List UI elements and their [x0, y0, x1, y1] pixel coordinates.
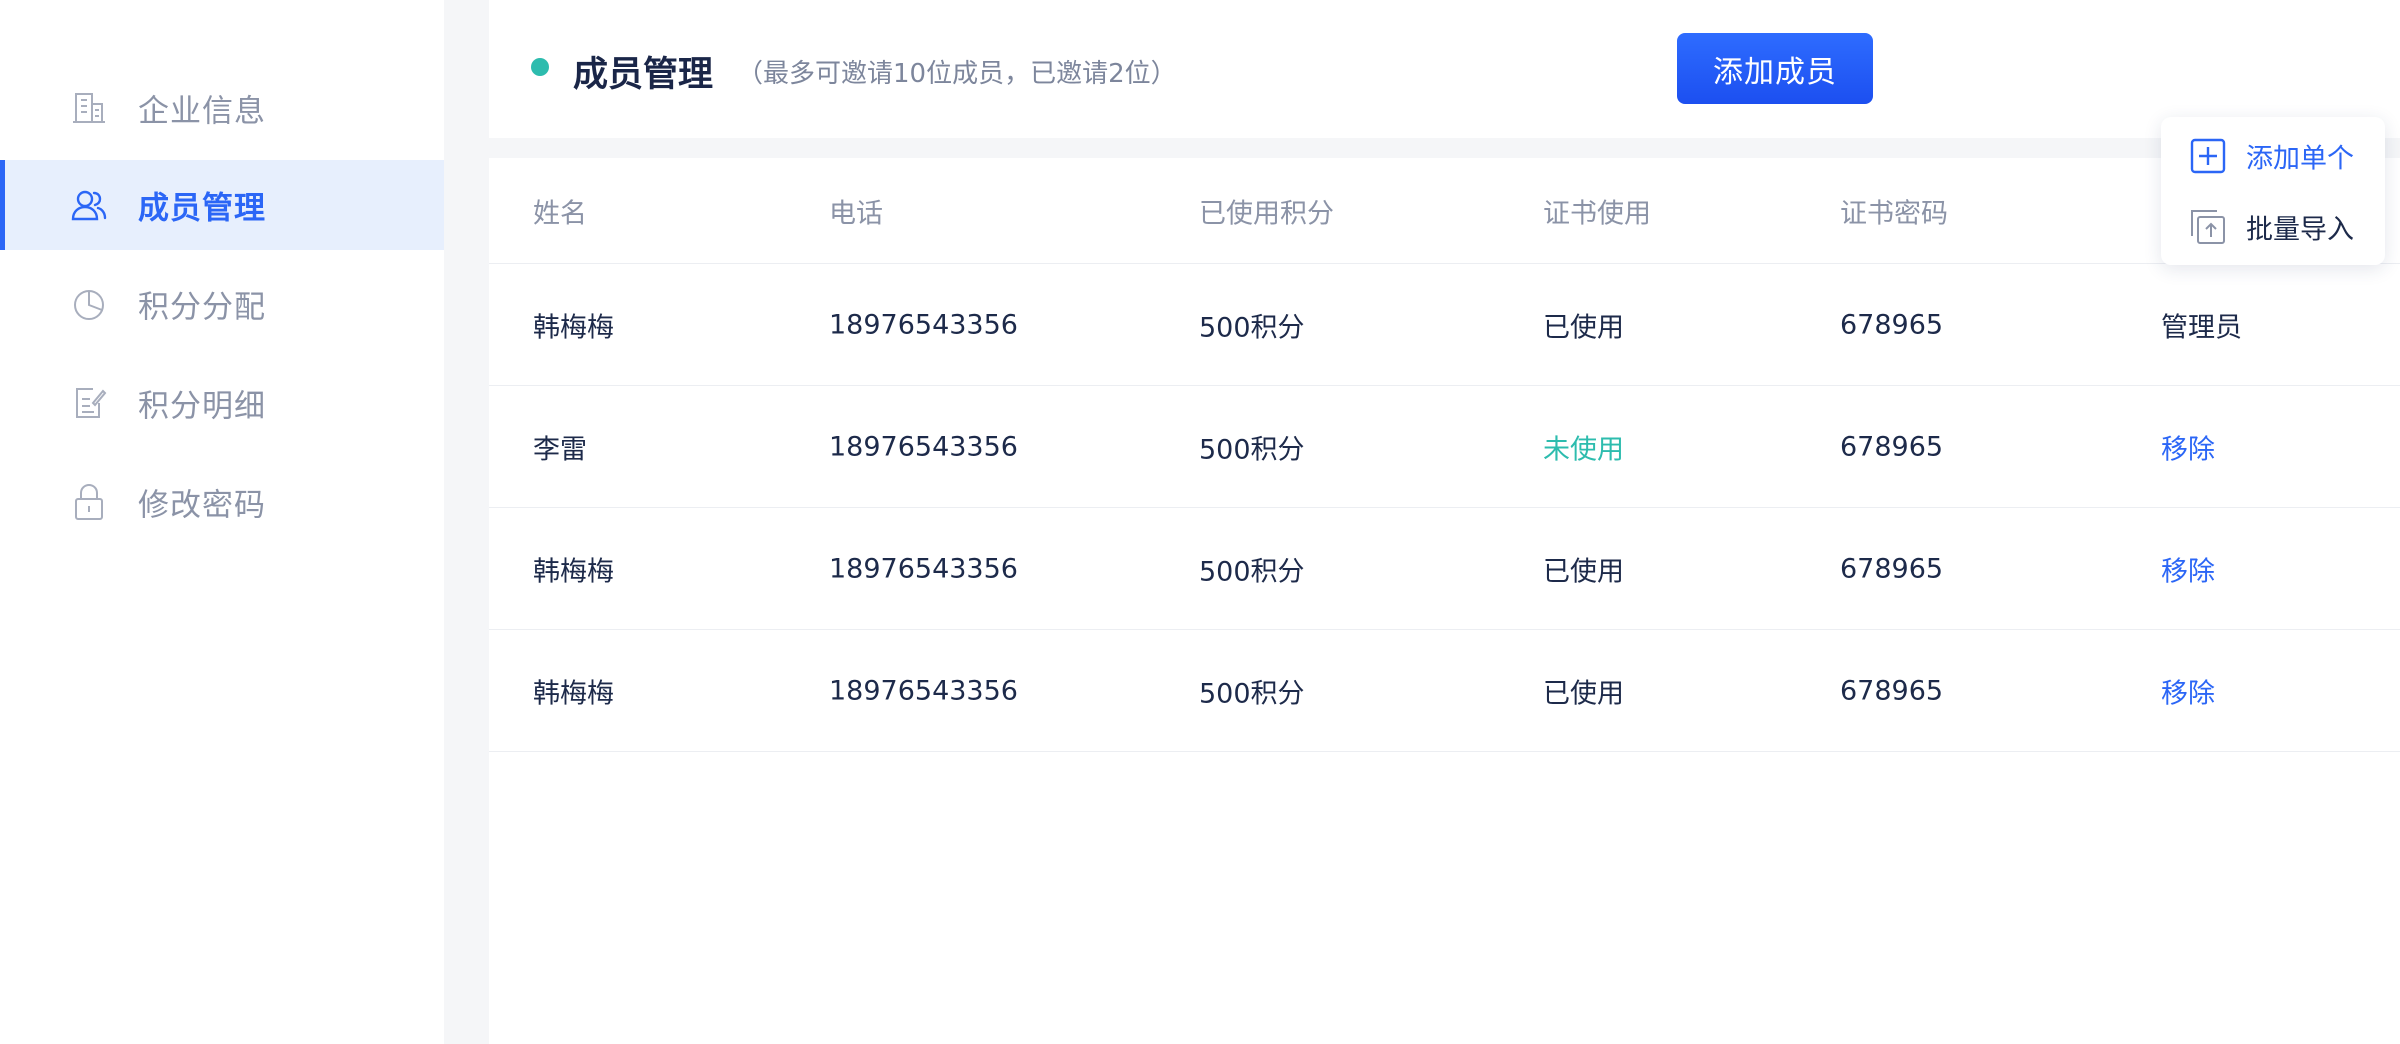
sidebar-item-label: 积分分配: [138, 289, 266, 326]
member-name: 李雷: [533, 434, 587, 465]
member-points: 500积分: [1199, 678, 1305, 709]
menu-item-label: 添加单个: [2246, 143, 2354, 175]
member-name: 韩梅梅: [533, 678, 614, 709]
member-points: 500积分: [1199, 434, 1305, 465]
admin-label: 管理员: [2161, 312, 2242, 343]
cert-password: 678965: [1840, 553, 1944, 584]
sidebar-item-company-info[interactable]: 企业信息: [0, 63, 444, 153]
member-phone: 18976543356: [829, 675, 1018, 706]
sidebar-item-change-password[interactable]: 修改密码: [0, 457, 444, 547]
title-dot: [531, 58, 549, 76]
table-row: 韩梅梅 18976543356 500积分 已使用 678965 移除: [489, 508, 2400, 630]
table-header-row: 姓名 电话 已使用积分 证书使用 证书密码: [489, 158, 2400, 264]
column-header-name: 姓名: [533, 198, 587, 229]
plus-square-icon: [2189, 137, 2227, 175]
sidebar-item-points-detail[interactable]: 积分明细: [0, 358, 444, 448]
member-phone: 18976543356: [829, 431, 1018, 462]
sidebar-item-points-allocation[interactable]: 积分分配: [0, 259, 444, 349]
member-points: 500积分: [1199, 556, 1305, 587]
cert-password: 678965: [1840, 309, 1944, 340]
sidebar-item-label: 成员管理: [138, 190, 266, 227]
page-header: 成员管理 （最多可邀请10位成员，已邀请2位）: [489, 0, 2400, 138]
sidebar-item-label: 企业信息: [138, 93, 266, 130]
building-icon: [70, 89, 108, 127]
sidebar: 企业信息 成员管理 积分分配 积分明细 修改密码: [0, 0, 444, 1044]
cert-status: 未使用: [1543, 434, 1624, 465]
sidebar-item-label: 修改密码: [138, 487, 266, 524]
page-subtitle: （最多可邀请10位成员，已邀请2位）: [737, 59, 1177, 89]
users-icon: [70, 186, 108, 224]
cert-password: 678965: [1840, 431, 1944, 462]
member-points: 500积分: [1199, 312, 1305, 343]
column-header-cert-status: 证书使用: [1543, 198, 1651, 229]
add-member-button[interactable]: 添加成员: [1677, 33, 1873, 104]
menu-item-label: 批量导入: [2246, 214, 2354, 246]
add-member-dropdown: 添加单个 批量导入: [2161, 117, 2385, 265]
cert-status: 已使用: [1543, 556, 1624, 587]
cert-status: 已使用: [1543, 678, 1624, 709]
page: 企业信息 成员管理 积分分配 积分明细 修改密码 成员管理 （最多可邀请10位成…: [0, 0, 2400, 1044]
sidebar-item-label: 积分明细: [138, 388, 266, 425]
table-row: 李雷 18976543356 500积分 未使用 678965 移除: [489, 386, 2400, 508]
lock-icon: [70, 483, 108, 521]
column-header-phone: 电话: [829, 198, 883, 229]
member-phone: 18976543356: [829, 553, 1018, 584]
member-phone: 18976543356: [829, 309, 1018, 340]
remove-member-link[interactable]: 移除: [2161, 549, 2215, 588]
cert-password: 678965: [1840, 675, 1944, 706]
remove-member-link[interactable]: 移除: [2161, 671, 2215, 710]
sidebar-item-member-management[interactable]: 成员管理: [0, 160, 444, 250]
column-header-cert-password: 证书密码: [1840, 198, 1948, 229]
column-header-points: 已使用积分: [1199, 198, 1334, 229]
menu-item-batch-import[interactable]: 批量导入: [2161, 192, 2385, 262]
page-title: 成员管理: [573, 55, 714, 95]
remove-member-link[interactable]: 移除: [2161, 427, 2215, 466]
pie-chart-icon: [70, 285, 108, 323]
members-table: 姓名 电话 已使用积分 证书使用 证书密码 韩梅梅 18976543356 50…: [489, 158, 2400, 1044]
member-name: 韩梅梅: [533, 312, 614, 343]
import-icon: [2189, 208, 2227, 246]
edit-document-icon: [70, 384, 108, 422]
member-name: 韩梅梅: [533, 556, 614, 587]
table-row: 韩梅梅 18976543356 500积分 已使用 678965 移除: [489, 630, 2400, 752]
table-row: 韩梅梅 18976543356 500积分 已使用 678965 管理员: [489, 264, 2400, 386]
cert-status: 已使用: [1543, 312, 1624, 343]
menu-item-add-single[interactable]: 添加单个: [2161, 121, 2385, 191]
